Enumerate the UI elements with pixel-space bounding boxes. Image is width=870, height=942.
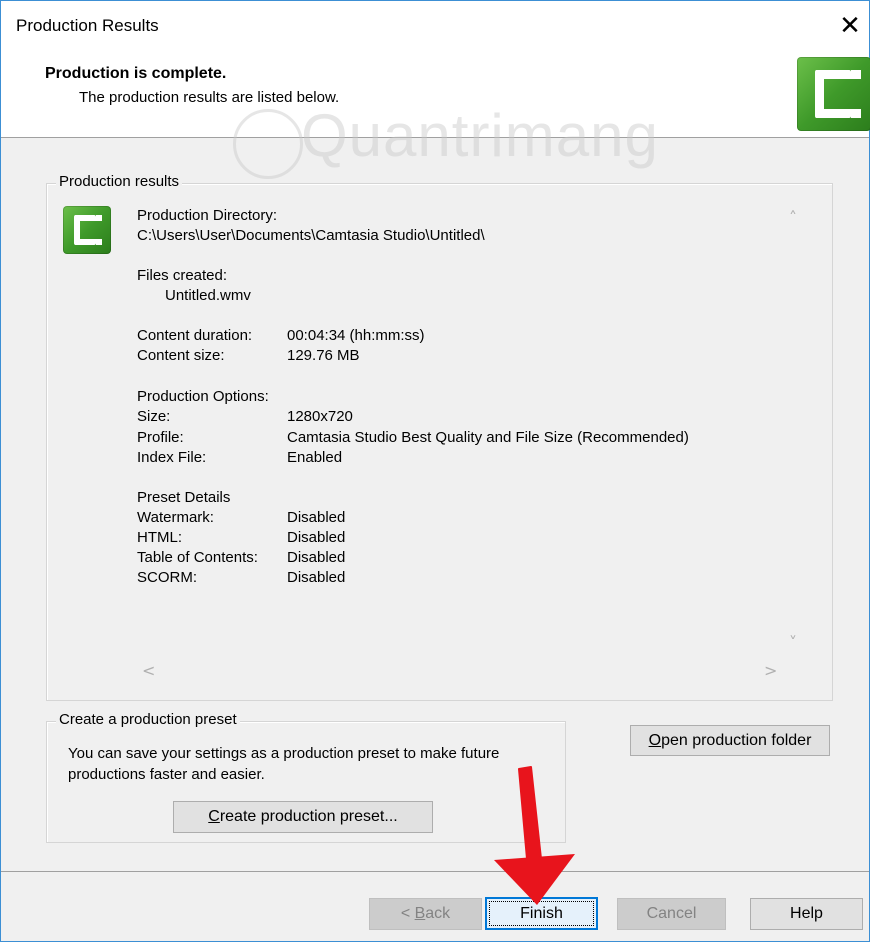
- scorm-label: SCORM:: [137, 569, 197, 586]
- size-label: Size:: [137, 408, 171, 425]
- html-label: HTML:: [137, 529, 182, 546]
- watermark-bulb-icon: [233, 109, 303, 179]
- create-preset-accesskey: C: [208, 808, 220, 825]
- horizontal-scrollbar[interactable]: [135, 659, 785, 681]
- index-file-label: Index File:: [137, 449, 207, 466]
- content-size-value: 129.76 MB: [287, 347, 360, 364]
- production-directory-value: C:\Users\User\Documents\Camtasia Studio\…: [137, 227, 485, 244]
- open-folder-accesskey: O: [648, 732, 662, 749]
- production-results-legend: Production results: [56, 173, 183, 190]
- table-of-contents-value: Disabled: [287, 549, 346, 566]
- production-directory-label: Production Directory:: [137, 207, 278, 224]
- files-created-label: Files created:: [137, 267, 228, 284]
- preset-description: You can save your settings as a producti…: [68, 745, 500, 783]
- table-of-contents-label: Table of Contents:: [137, 549, 258, 566]
- scroll-down-icon[interactable]: ˅: [789, 633, 797, 652]
- production-preset-legend: Create a production preset: [56, 711, 240, 728]
- window-title: Production Results: [16, 16, 159, 35]
- title-bar: Production Results ✕: [1, 1, 869, 51]
- back-label: ack: [425, 905, 451, 922]
- preset-details-label: Preset Details: [137, 489, 231, 506]
- back-accesskey: B: [414, 905, 426, 922]
- profile-value: Camtasia Studio Best Quality and File Si…: [287, 429, 689, 446]
- close-icon[interactable]: ✕: [835, 9, 865, 43]
- back-button[interactable]: < Back: [369, 898, 482, 930]
- camtasia-logo-icon: [63, 206, 111, 254]
- footer-separator: [1, 871, 869, 872]
- html-value: Disabled: [287, 529, 346, 546]
- finish-label: Finish: [520, 905, 563, 922]
- scorm-value: Disabled: [287, 569, 346, 586]
- watermark-text: Quantrimang: [301, 102, 659, 169]
- profile-label: Profile:: [137, 429, 184, 446]
- scroll-up-icon[interactable]: ˄: [789, 208, 797, 227]
- open-folder-label: pen production folder: [661, 732, 812, 749]
- production-options-label: Production Options:: [137, 388, 269, 405]
- back-prefix: <: [400, 905, 415, 922]
- index-file-value: Enabled: [287, 449, 343, 466]
- size-value: 1280x720: [287, 408, 353, 425]
- content-size-label: Content size:: [137, 347, 225, 364]
- help-button[interactable]: Help: [750, 898, 863, 930]
- header-heading: Production is complete.: [45, 65, 227, 82]
- create-preset-label: reate production preset...: [219, 808, 398, 825]
- scroll-left-icon[interactable]: <: [142, 661, 155, 680]
- watermark-label: Watermark:: [137, 509, 214, 526]
- scroll-right-icon[interactable]: >: [764, 661, 777, 680]
- help-label: Help: [790, 905, 823, 922]
- content-duration-value: 00:04:34 (hh:mm:ss): [287, 327, 425, 344]
- create-production-preset-button[interactable]: Create production preset...: [173, 801, 433, 833]
- cancel-button[interactable]: Cancel: [617, 898, 726, 930]
- camtasia-logo-icon: [797, 57, 870, 131]
- finish-button[interactable]: Finish: [485, 897, 598, 930]
- production-results-dialog: Production Results ✕ Production is compl…: [0, 0, 870, 942]
- content-duration-label: Content duration:: [137, 327, 253, 344]
- files-created-value: Untitled.wmv: [165, 287, 251, 304]
- cancel-label: Cancel: [646, 905, 697, 922]
- watermark-value: Disabled: [287, 509, 346, 526]
- open-production-folder-button[interactable]: Open production folder: [630, 725, 830, 756]
